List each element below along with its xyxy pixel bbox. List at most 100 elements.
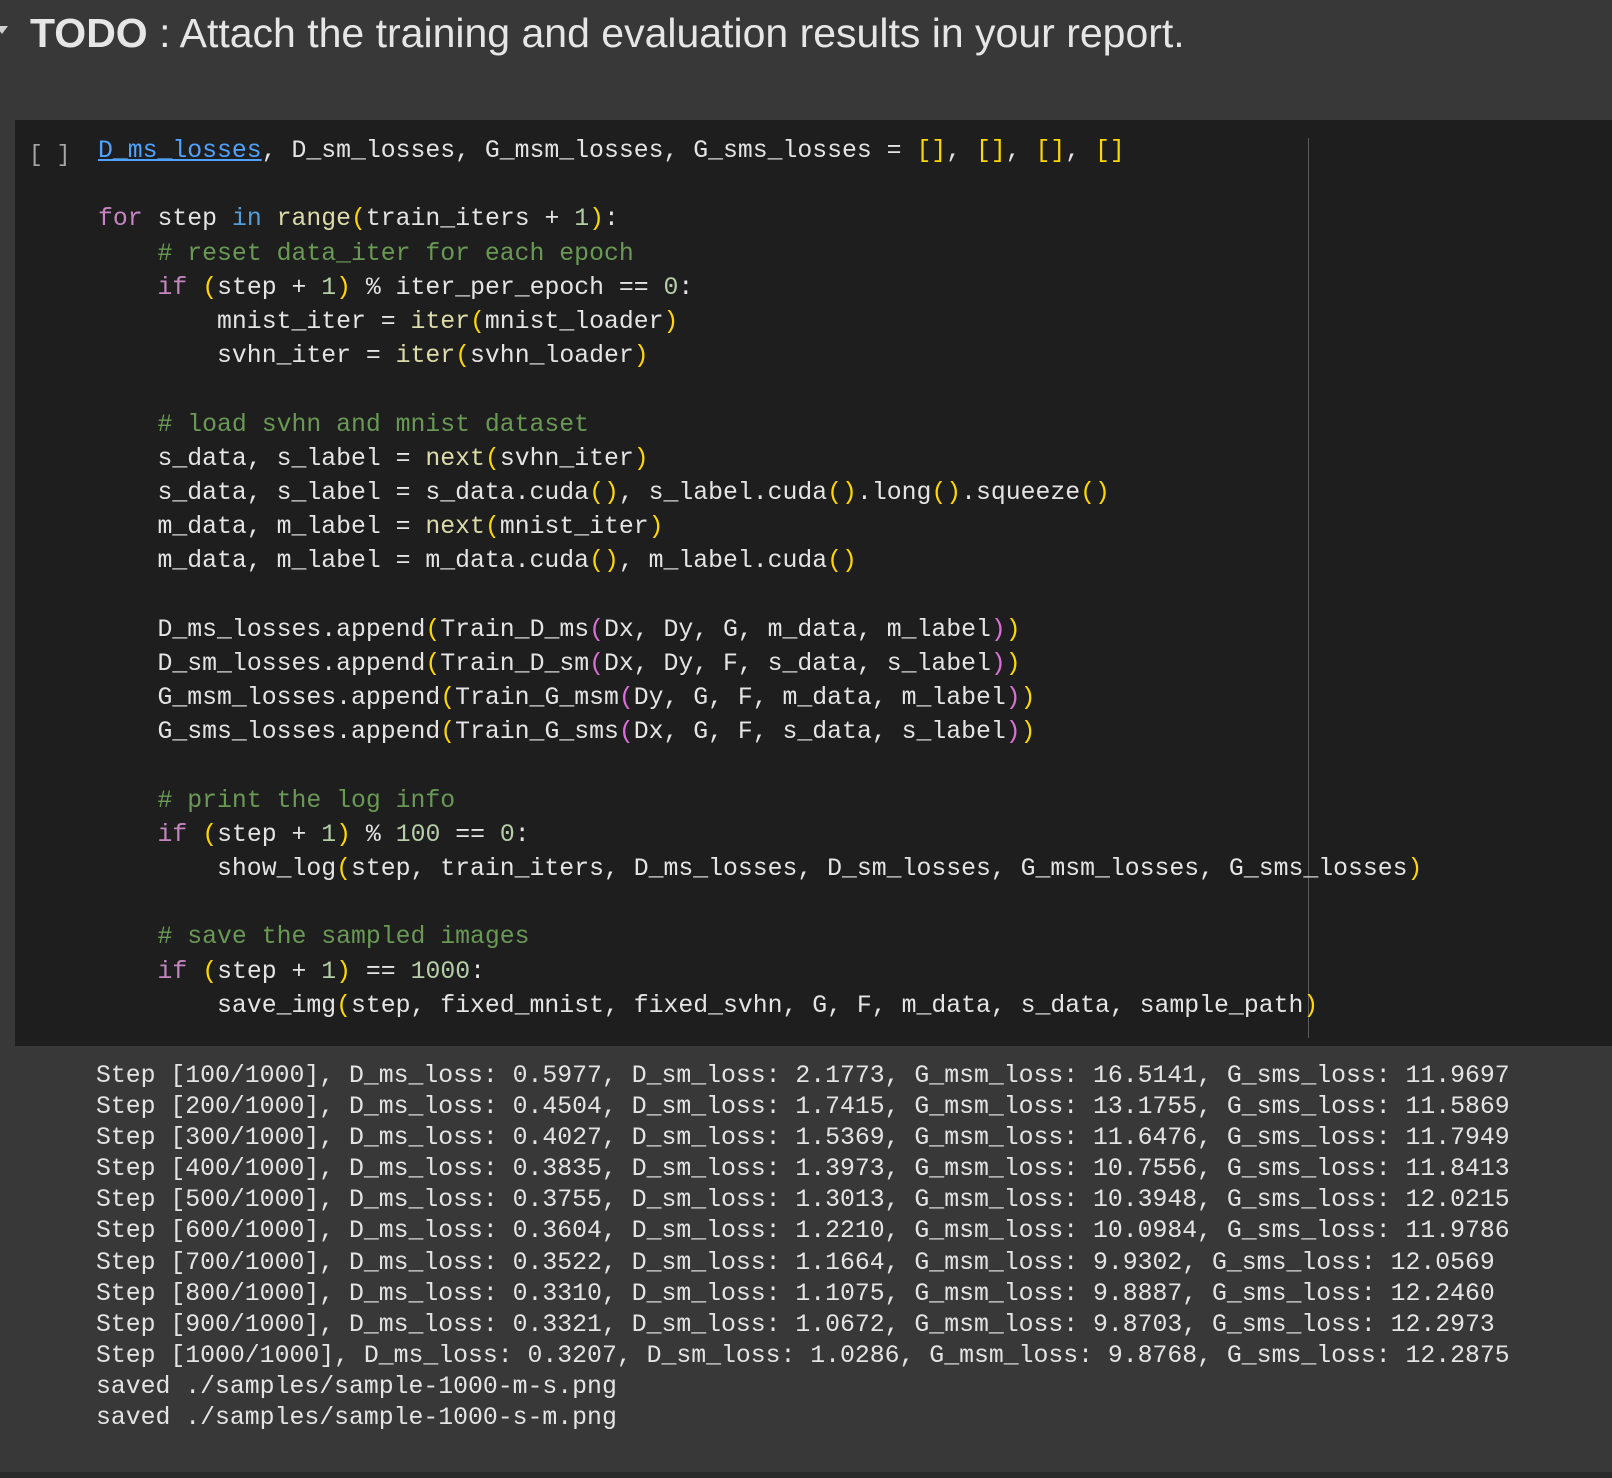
code-token: ) — [1005, 615, 1021, 644]
code-token: if — [157, 820, 188, 849]
code-token: () — [827, 478, 857, 507]
code-token: svhn_loader — [470, 342, 634, 371]
code-token: , s_label.cuda — [618, 478, 828, 507]
code-token: ) — [1020, 718, 1036, 747]
code-line: if (step + 1) % 100 == 0: — [98, 818, 1422, 852]
code-token: : — [678, 273, 694, 302]
code-token: [] — [975, 137, 1006, 165]
code-token: step + — [217, 273, 322, 302]
collapse-arrow-icon[interactable] — [0, 26, 8, 34]
output-line: Step [300/1000], D_ms_loss: 0.4027, D_sm… — [96, 1124, 1510, 1153]
code-token: ) — [990, 615, 1006, 644]
code-token: next — [425, 513, 485, 542]
run-cell-button[interactable]: [ ] — [29, 142, 70, 168]
code-line: mnist_iter = iter(mnist_loader) — [98, 305, 1422, 339]
code-line: save_img(step, fixed_mnist, fixed_svhn, … — [98, 989, 1422, 1023]
code-token: # load svhn and mnist dataset — [157, 410, 590, 439]
code-line: s_data, s_label = next(svhn_iter) — [98, 442, 1422, 476]
code-token: ) — [633, 342, 649, 371]
code-token: : — [514, 820, 530, 849]
code-token: Dx, Dy, G, m_data, m_label — [603, 615, 991, 644]
code-line: G_msm_losses.append(Train_G_msm(Dy, G, F… — [98, 681, 1422, 715]
todo-heading: TODO : Attach the training and evaluatio… — [30, 10, 1185, 57]
code-token: ) — [1005, 718, 1021, 747]
code-token: mnist_iter = — [217, 307, 411, 336]
code-token: mnist_loader — [484, 307, 664, 336]
code-token: G_msm_losses.append — [157, 684, 441, 712]
code-token: ( — [202, 273, 218, 302]
code-editor[interactable]: D_ms_losses, D_sm_losses, G_msm_losses, … — [98, 134, 1422, 1023]
code-token: ) — [589, 205, 605, 234]
code-token: ( — [589, 615, 604, 644]
code-token: 1000 — [410, 957, 471, 986]
todo-label: TODO — [30, 10, 148, 56]
code-token: ( — [589, 649, 604, 678]
code-token: train_iters + — [365, 205, 575, 234]
code-token: ) — [1020, 684, 1036, 712]
code-token: .long — [856, 478, 932, 507]
code-token: D_sm_losses.append — [157, 649, 426, 678]
code-token: ) — [633, 444, 649, 473]
code-token: () — [589, 547, 619, 576]
output-line: Step [200/1000], D_ms_loss: 0.4504, D_sm… — [96, 1093, 1510, 1122]
code-token: ( — [440, 718, 456, 747]
output-line: saved ./samples/sample-1000-s-m.png — [96, 1404, 617, 1433]
code-token: mnist_iter — [499, 513, 649, 542]
code-token: # reset data_iter for each epoch — [157, 239, 634, 268]
code-token: Train_G_msm — [455, 684, 619, 712]
code-line: for step in range(train_iters + 1): — [98, 202, 1422, 236]
code-token: Dx, G, F, s_data, s_label — [633, 718, 1006, 747]
code-token: step, train_iters, D_ms_losses, D_sm_los… — [350, 854, 1408, 883]
code-line: svhn_iter = iter(svhn_loader) — [98, 339, 1422, 373]
code-token: [] — [916, 137, 947, 165]
code-token: Dy, G, F, m_data, m_label — [633, 684, 1006, 712]
output-line: Step [700/1000], D_ms_loss: 0.3522, D_sm… — [96, 1248, 1495, 1277]
code-token: svhn_iter — [499, 444, 634, 473]
code-token: ( — [455, 342, 471, 371]
code-token: ( — [425, 649, 441, 678]
output-line: Step [500/1000], D_ms_loss: 0.3755, D_sm… — [96, 1186, 1510, 1215]
code-token: 0 — [663, 273, 679, 302]
code-line: D_ms_losses, D_sm_losses, G_msm_losses, … — [98, 134, 1422, 168]
code-token: ) — [663, 307, 679, 336]
code-token: 1 — [321, 957, 337, 986]
code-token: [] — [1035, 137, 1066, 165]
code-token: save_img — [217, 991, 337, 1020]
code-token: next — [425, 444, 485, 473]
output-line: Step [900/1000], D_ms_loss: 0.3321, D_sm… — [96, 1310, 1495, 1339]
code-line: # load svhn and mnist dataset — [98, 408, 1422, 442]
code-token: , m_label.cuda — [618, 547, 828, 576]
code-token: ) — [336, 820, 352, 849]
code-token: () — [1080, 478, 1110, 507]
code-line: m_data, m_label = m_data.cuda(), m_label… — [98, 544, 1422, 578]
code-token: # save the sampled images — [157, 923, 530, 952]
code-token: , — [946, 137, 976, 165]
code-token: ( — [484, 513, 500, 542]
code-token: step + — [217, 820, 322, 849]
code-token: , — [1065, 137, 1096, 165]
markdown-cell[interactable]: TODO : Attach the training and evaluatio… — [0, 0, 1612, 118]
code-token: Train_D_ms — [440, 615, 590, 644]
code-token: : — [604, 205, 619, 234]
code-token: 0 — [499, 820, 515, 849]
code-token: ( — [484, 444, 500, 473]
code-token: s_data, s_label = s_data.cuda — [157, 478, 590, 507]
code-token: Train_G_sms — [455, 718, 619, 747]
code-token: , — [1005, 137, 1036, 165]
output-line: Step [400/1000], D_ms_loss: 0.3835, D_sm… — [96, 1155, 1510, 1184]
code-token: % iter_per_epoch == — [351, 273, 664, 302]
output-line: saved ./samples/sample-1000-m-s.png — [96, 1372, 617, 1401]
variable-link[interactable]: D_ms_losses — [98, 137, 262, 165]
code-token: () — [589, 478, 619, 507]
code-token: iter — [395, 342, 456, 371]
code-token: step + — [217, 957, 322, 986]
code-token: ( — [202, 820, 218, 849]
code-cell[interactable]: [ ] D_ms_losses, D_sm_losses, G_msm_loss… — [15, 120, 1612, 1046]
code-token: ) — [648, 513, 664, 542]
